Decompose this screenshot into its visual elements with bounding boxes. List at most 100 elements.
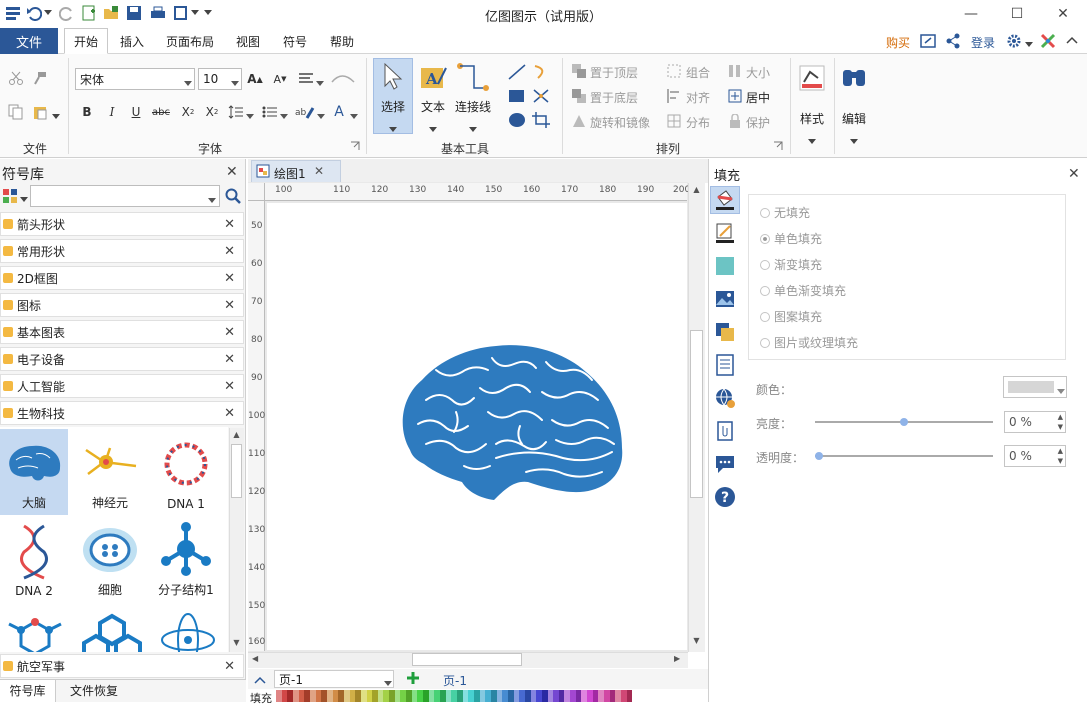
distribute-label[interactable]: 分布 (686, 114, 710, 131)
line-tool-icon[interactable] (508, 64, 526, 80)
color-picker-dropdown-icon[interactable] (1057, 384, 1065, 394)
line-style-icon[interactable] (714, 222, 736, 244)
collapse-ribbon-icon[interactable] (1066, 33, 1082, 49)
document-tab-close-icon[interactable]: ✕ (314, 164, 324, 178)
page-tab[interactable]: 页-1 (443, 672, 467, 689)
page-selector[interactable]: 页-1 (274, 670, 394, 688)
edit-dropdown-icon[interactable] (850, 134, 858, 144)
category-close-icon[interactable]: ✕ (224, 244, 235, 259)
fill-panel-close-icon[interactable]: ✕ (1068, 166, 1080, 182)
crop-tool-icon[interactable] (532, 112, 550, 128)
scroll-up-icon[interactable]: ▲ (229, 430, 244, 442)
document-properties-icon[interactable] (714, 354, 736, 376)
brain-shape[interactable] (396, 340, 628, 502)
bullet-list-dropdown-icon[interactable] (280, 109, 288, 119)
add-page-icon[interactable] (405, 670, 421, 686)
font-color-icon[interactable]: A (332, 104, 346, 120)
tab-symbol-library[interactable]: 符号库 (0, 680, 56, 702)
send-to-back-label[interactable]: 置于底层 (590, 89, 638, 106)
tab-file-recovery[interactable]: 文件恢复 (64, 680, 124, 702)
connector-dropdown-icon[interactable] (469, 122, 477, 132)
brightness-input[interactable]: 0 % ▲ ▼ (1004, 411, 1066, 433)
rotate-mirror-icon[interactable] (572, 114, 586, 128)
fill-option-gradient[interactable]: 渐变填充 (760, 256, 822, 273)
settings-dropdown-icon[interactable] (1025, 37, 1033, 47)
attachment-icon[interactable] (714, 420, 736, 442)
library-category[interactable]: 航空军事 ✕ (0, 654, 244, 678)
library-search-input[interactable] (30, 185, 220, 207)
font-size-dropdown-icon[interactable] (231, 76, 239, 86)
tab-view[interactable]: 视图 (228, 28, 268, 54)
font-color-dropdown-icon[interactable] (350, 109, 358, 119)
font-name-dropdown-icon[interactable] (184, 76, 192, 86)
close-button[interactable]: ✕ (1040, 0, 1086, 28)
superscript-icon[interactable]: X2 (204, 104, 220, 120)
bullet-list-icon[interactable] (262, 104, 278, 120)
cut-icon[interactable] (8, 70, 24, 86)
arrange-dialog-launcher-icon[interactable] (773, 140, 783, 150)
rotate-mirror-label[interactable]: 旋转和镜像 (590, 114, 650, 131)
edit-label[interactable]: 编辑 (834, 110, 874, 127)
decrease-font-icon[interactable]: A ▼ (272, 70, 288, 88)
align-label[interactable]: 对齐 (686, 89, 710, 106)
palette-swatch[interactable] (629, 690, 633, 702)
tab-help[interactable]: 帮助 (322, 28, 362, 54)
library-category[interactable]: 人工智能 ✕ (0, 374, 244, 398)
binoculars-icon[interactable] (840, 64, 868, 92)
transparency-slider-handle[interactable] (815, 452, 823, 460)
bring-to-front-icon[interactable] (572, 64, 586, 78)
molecule-structure-2-icon[interactable] (5, 610, 65, 652)
minimize-button[interactable]: — (948, 0, 994, 28)
curve-tool-icon[interactable] (532, 64, 550, 80)
buy-link[interactable]: 购买 (886, 34, 910, 51)
symbol-grid-scroll-thumb[interactable] (231, 444, 242, 498)
image-icon[interactable] (714, 288, 736, 310)
category-close-icon[interactable]: ✕ (224, 352, 235, 367)
category-close-icon[interactable]: ✕ (224, 379, 235, 394)
library-category[interactable]: 图标 ✕ (0, 293, 244, 317)
connector-tool-label[interactable]: 连接线 (452, 98, 494, 115)
protect-lock-icon[interactable] (728, 113, 742, 128)
fill-option-solid[interactable]: 单色填充 (760, 230, 822, 247)
style-label[interactable]: 样式 (792, 110, 832, 127)
library-grid-dropdown-icon[interactable] (20, 192, 28, 202)
ellipse-tool-icon[interactable] (508, 112, 526, 128)
library-category[interactable]: 常用形状 ✕ (0, 239, 244, 263)
connector-tool-icon[interactable] (456, 62, 490, 92)
login-link[interactable]: 登录 (971, 34, 995, 51)
font-dialog-launcher-icon[interactable] (350, 140, 360, 150)
scroll-down-icon[interactable]: ▼ (229, 638, 244, 650)
search-dropdown-icon[interactable] (208, 193, 216, 203)
fill-option-pattern[interactable]: 图案填充 (760, 308, 822, 325)
subscript-icon[interactable]: X2 (180, 104, 196, 120)
shadow-icon[interactable] (714, 255, 736, 277)
category-close-icon[interactable]: ✕ (224, 406, 235, 421)
share-window-icon[interactable] (920, 33, 936, 49)
library-grid-icon[interactable] (2, 188, 18, 204)
text-highlight-icon[interactable]: ab (295, 104, 315, 120)
symbol-cell[interactable]: 细胞 (76, 516, 144, 602)
fill-option-none[interactable]: 无填充 (760, 204, 810, 221)
category-close-icon[interactable]: ✕ (224, 325, 235, 340)
page-panel-toggle-icon[interactable] (254, 673, 266, 684)
transparency-input[interactable]: 0 % ▲ ▼ (1004, 445, 1066, 467)
library-category[interactable]: 生物科技 ✕ (0, 401, 244, 425)
cross-tool-icon[interactable] (532, 88, 550, 104)
line-spacing-dropdown-icon[interactable] (246, 109, 254, 119)
tab-page-layout[interactable]: 页面布局 (160, 28, 220, 54)
distribute-icon[interactable] (667, 114, 681, 128)
size-label[interactable]: 大小 (746, 64, 770, 81)
brightness-slider[interactable] (815, 418, 993, 426)
symbol-dna-1[interactable]: DNA 1 (152, 429, 220, 515)
italic-icon[interactable]: I (105, 104, 119, 120)
tab-home[interactable]: 开始 (64, 28, 108, 54)
send-to-back-icon[interactable] (572, 89, 586, 103)
style-dropdown-icon[interactable] (808, 134, 816, 144)
center-icon[interactable] (728, 89, 742, 103)
bold-icon[interactable]: B (80, 104, 94, 120)
library-category[interactable]: 电子设备 ✕ (0, 347, 244, 371)
hexagon-cluster-icon[interactable] (82, 610, 142, 652)
underline-icon[interactable]: U (129, 104, 143, 120)
help-icon[interactable]: ? (714, 486, 736, 508)
page-selector-dropdown-icon[interactable] (384, 676, 392, 686)
